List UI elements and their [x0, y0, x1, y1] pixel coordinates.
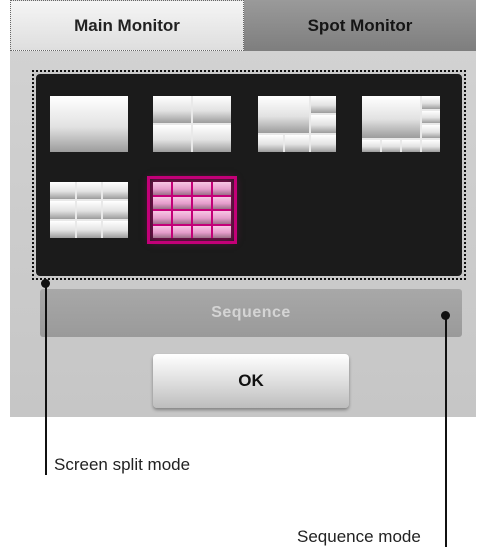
split-callout-label: Screen split mode: [54, 455, 191, 474]
layout-16-screen[interactable]: [147, 176, 237, 244]
sequence-callout-line: [445, 315, 447, 547]
sequence-callout-label: Sequence mode: [297, 527, 421, 546]
tab-main-monitor[interactable]: Main Monitor: [10, 0, 244, 51]
tab-spot-monitor[interactable]: Spot Monitor: [244, 0, 476, 51]
split-callout-line: [45, 283, 47, 475]
layout-4-screen[interactable]: [153, 96, 231, 152]
layout-8-screen[interactable]: [362, 96, 440, 152]
ok-button[interactable]: OK: [153, 354, 349, 408]
sequence-button[interactable]: Sequence: [40, 289, 462, 337]
split-layout-grid: [36, 74, 462, 276]
layout-9-screen[interactable]: [50, 182, 128, 238]
layout-6-screen[interactable]: [258, 96, 336, 152]
screen-split-area: [32, 70, 466, 280]
layout-1-screen[interactable]: [50, 96, 128, 152]
